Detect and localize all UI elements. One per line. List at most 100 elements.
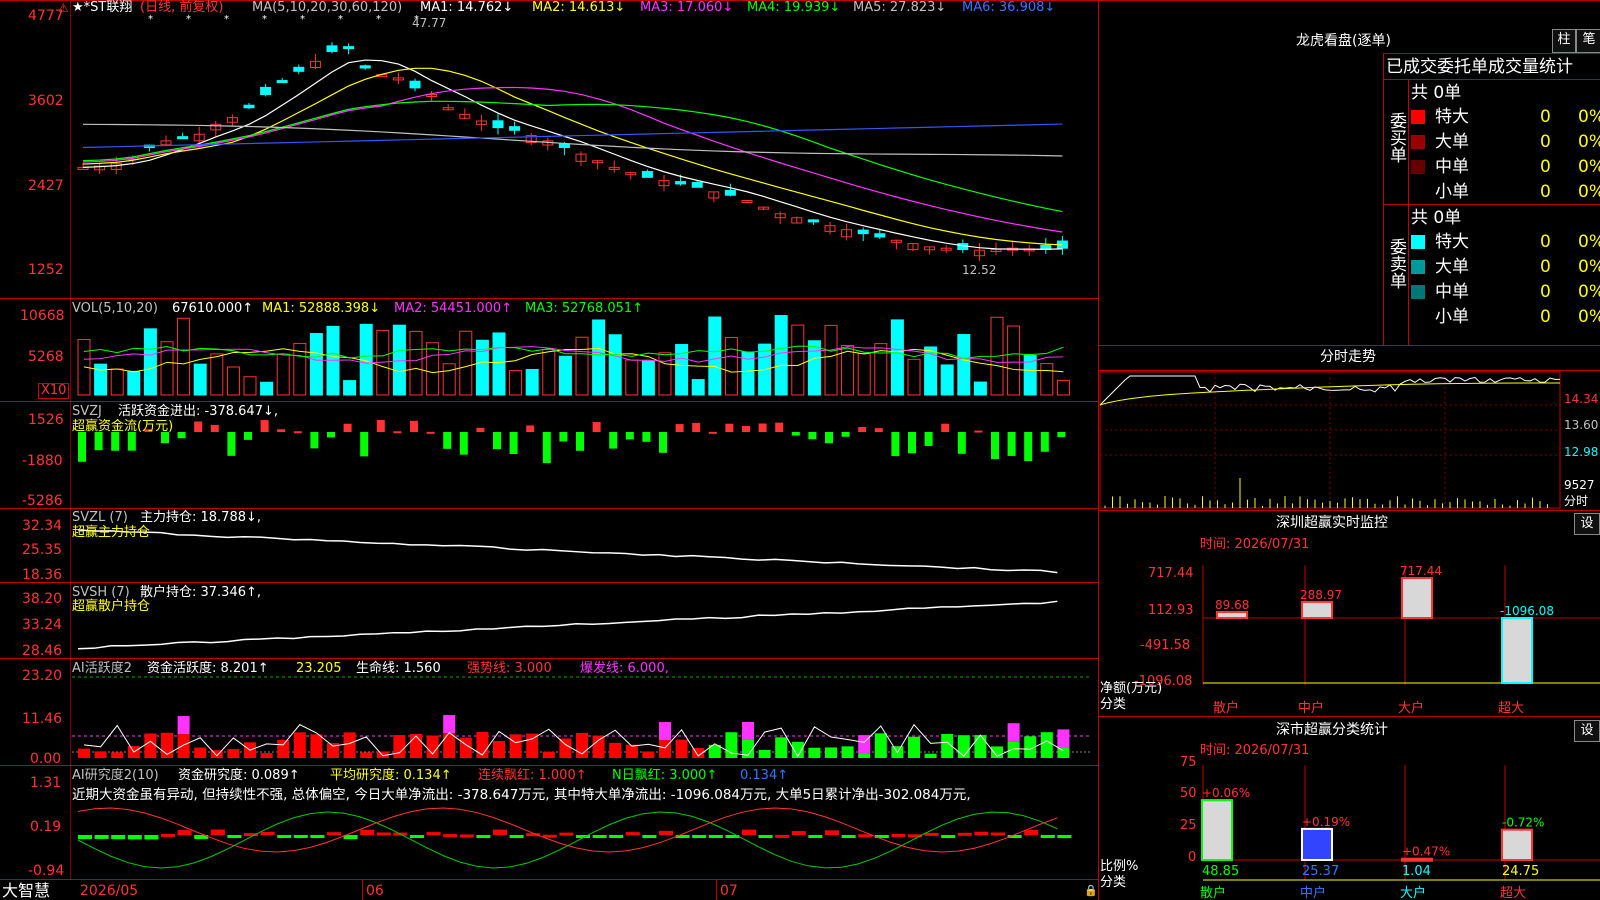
svzj-bar — [675, 424, 684, 432]
dt-line-3 — [1383, 204, 1600, 205]
ai-active-e: 爆发线: 6.000, — [580, 661, 669, 676]
ai-active-peak — [177, 716, 190, 735]
svzj-bar — [692, 422, 701, 432]
vol-bar — [708, 316, 722, 396]
svsh-text: 散户持仓: 37.346↑, — [140, 585, 262, 600]
buy-row-name-0: 特大 — [1435, 107, 1469, 127]
dt-inner-border — [1408, 79, 1409, 345]
svzl-name: SVZL (7) — [72, 510, 128, 525]
svzj-bar — [493, 432, 501, 450]
vol-bar — [475, 339, 489, 396]
dt-bottom — [1098, 345, 1600, 346]
monitor-bar-中户 — [1301, 600, 1333, 620]
monitor-value-label-2: 717.44 — [1400, 564, 1442, 578]
ai-active-bar — [908, 736, 920, 758]
vol-bar — [940, 364, 954, 396]
classify-change-label-2: +0.47% — [1402, 845, 1450, 859]
period-label[interactable]: (日线, 前复权) — [140, 1, 223, 15]
star-marker: * — [224, 14, 229, 25]
svzj-bar — [908, 432, 916, 454]
ai-active-bar — [592, 735, 605, 758]
svzj-bar — [393, 431, 402, 434]
vol-unit-button[interactable]: X10 — [38, 383, 70, 399]
svzj-bar — [725, 423, 734, 432]
svzj-bar — [78, 432, 86, 462]
ma2-value: MA2: 14.613↓ — [532, 0, 626, 15]
stock-name[interactable]: ★*ST联翔 — [72, 1, 132, 15]
svzj-bar — [526, 425, 535, 432]
pen-mode-button[interactable]: 笔 — [1576, 29, 1600, 53]
ai-research-name: AI研究度2(10) — [72, 768, 159, 783]
candle-body — [857, 229, 869, 235]
buy-row-count-3: 0 — [1540, 182, 1551, 202]
vol-bar — [210, 353, 224, 396]
monitor-xlabel: 分类 — [1100, 697, 1127, 712]
svzj-bar — [410, 420, 418, 432]
vol-bar — [625, 359, 639, 396]
svzj-bar — [1007, 432, 1016, 456]
intraday-title: 分时走势 — [1320, 349, 1376, 365]
ai-research-bar — [410, 835, 424, 838]
candle-body — [409, 80, 421, 89]
ai-research-bar — [426, 832, 441, 836]
vol-bar — [907, 358, 921, 396]
classify-ytick-3: 0 — [1188, 850, 1197, 865]
classify-settings-button[interactable]: 设 — [1574, 720, 1600, 742]
ytick-ai-active-1: 11.46 — [22, 711, 63, 727]
lock-icon[interactable]: 🔒 — [1084, 884, 1098, 898]
monitor-bottom — [1098, 716, 1600, 717]
ai-research-e: 0.134↑ — [740, 768, 789, 783]
vol-ma3: MA3: 52768.051↑ — [525, 301, 644, 316]
vol-bar — [243, 376, 257, 396]
date-label-jul: 07 — [720, 883, 738, 899]
ai-research-bar — [974, 831, 989, 835]
ai-active-bar — [476, 732, 489, 758]
buy-total: 共 0单 — [1411, 83, 1462, 103]
monitor-settings-button[interactable]: 设 — [1574, 513, 1600, 535]
kline-chart-canvas[interactable]: * * * * * * * * — [0, 0, 1098, 900]
svzj-bar — [1040, 432, 1049, 452]
candle-body — [260, 86, 272, 96]
ai-active-bar — [775, 737, 788, 758]
dt-line-1 — [1383, 53, 1600, 54]
buy-row-pct-0: 0% — [1578, 107, 1600, 127]
ai-active-bar — [310, 734, 323, 758]
ai-research-bar — [459, 834, 474, 838]
vol-bar — [226, 366, 240, 396]
classify-bar-中户 — [1301, 827, 1333, 861]
intraday-ytick-1: 13.60 — [1564, 418, 1599, 432]
ai-research-bar — [559, 832, 574, 836]
candle-body — [243, 104, 255, 109]
star-marker: * — [148, 14, 153, 25]
ai-research-bar — [260, 831, 275, 835]
ai-active-bar — [625, 744, 638, 758]
bar-mode-button[interactable]: 柱 — [1552, 29, 1576, 53]
ai-research-d: N日飘红: 3.000↑ — [612, 768, 718, 783]
vol-bar — [608, 334, 622, 396]
ai-research-bar — [941, 835, 956, 838]
vol-bar — [857, 353, 871, 396]
vol-bar — [409, 330, 423, 396]
ma4-value: MA4: 19.939↓ — [747, 0, 841, 15]
ytick-main-3: 1252 — [28, 262, 64, 278]
vol-bar — [110, 368, 124, 396]
svzj-bar — [891, 432, 900, 457]
date-label-jun: 06 — [366, 883, 384, 899]
svzj-sub: 超赢资金流(万元) — [72, 419, 174, 434]
ai-active-bar — [874, 733, 887, 758]
vol-bar — [774, 315, 788, 396]
ytick-svzj-1: -1880 — [22, 453, 63, 469]
svzj-bar — [194, 421, 203, 432]
monitor-value-label-1: 288.97 — [1300, 588, 1342, 602]
vol-bar — [392, 324, 406, 396]
svzl-line — [77, 529, 1058, 574]
ai-research-bar — [127, 835, 142, 840]
intraday-top — [1098, 370, 1600, 371]
classify-change-label-1: +0.19% — [1302, 815, 1350, 829]
candle-body — [675, 181, 687, 185]
svzj-bar — [177, 432, 186, 439]
ytick-ai-research-2: -0.94 — [28, 863, 65, 879]
buy-row-pct-2: 0% — [1578, 157, 1600, 177]
ytick-ai-research-0: 1.31 — [30, 775, 62, 791]
sell-row-pct-1: 0% — [1578, 257, 1600, 277]
